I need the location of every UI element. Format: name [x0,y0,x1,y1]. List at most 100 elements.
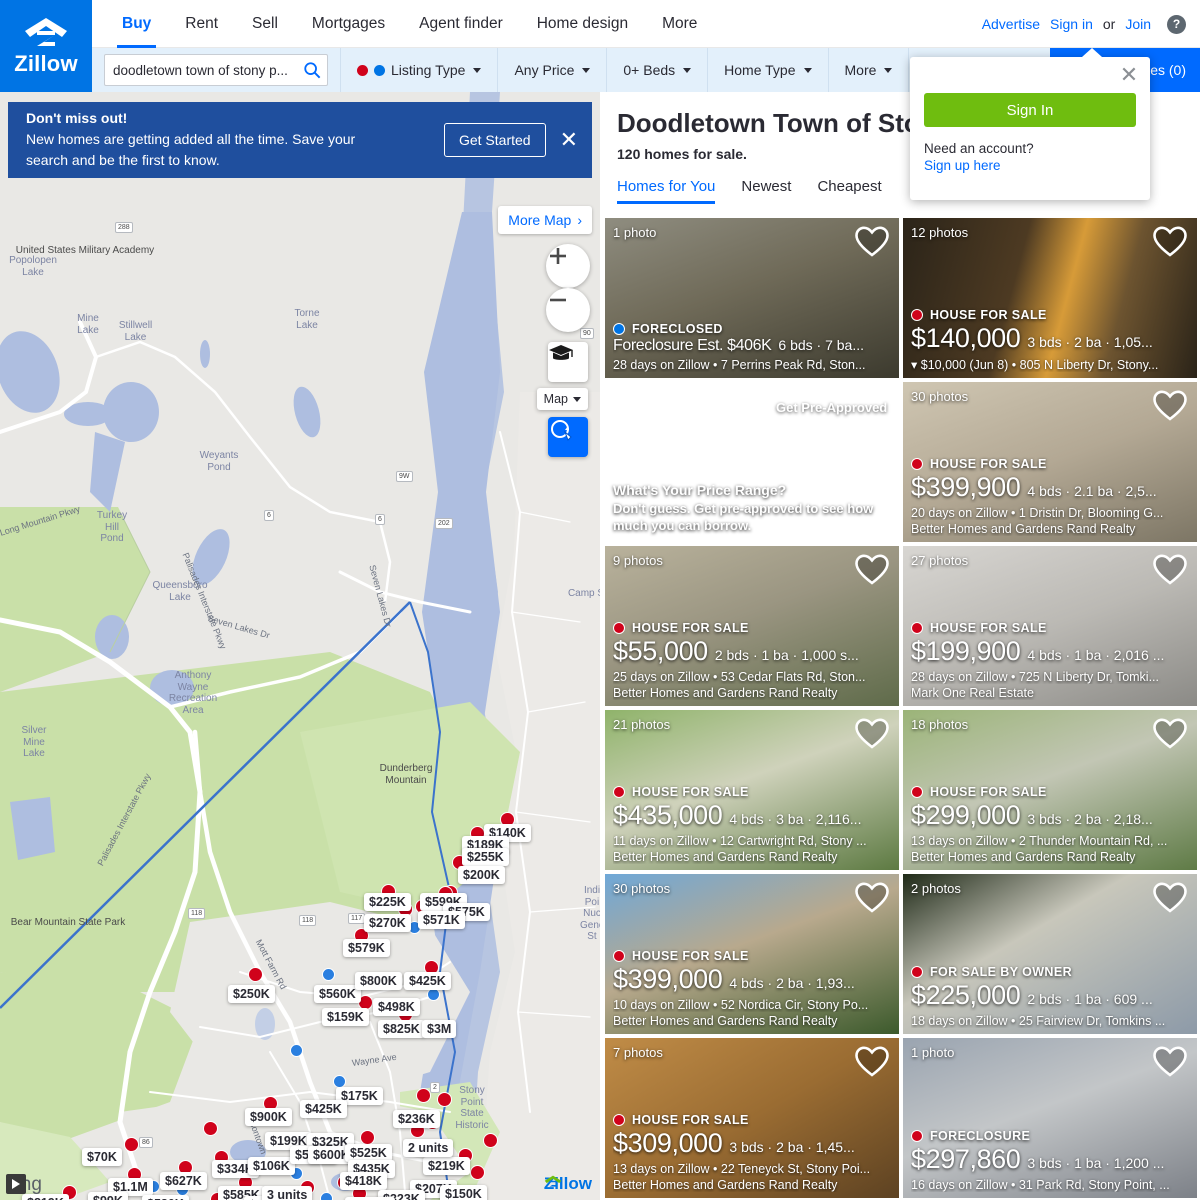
nav-item-home-design[interactable]: Home design [520,0,645,48]
search-icon[interactable] [303,61,321,79]
map-price-label[interactable]: $200K [458,866,505,884]
nav-item-buy[interactable]: Buy [105,0,168,48]
map-price-label[interactable]: $580K [142,1195,189,1200]
map-type-dropdown[interactable]: Map [536,388,588,410]
advertise-link[interactable]: Advertise [982,16,1040,32]
map-price-label[interactable]: $236K [393,1110,440,1128]
listing-card[interactable]: 2 photos FOR SALE BY OWNER $225,000 2 bds ·… [903,874,1197,1034]
nav-item-more[interactable]: More [645,0,714,48]
save-home-heart-icon[interactable] [1153,1046,1187,1082]
filter-listing-type[interactable]: Listing Type [340,48,499,92]
listing-card[interactable]: 9 photos HOUSE FOR SALE $55,000 2 bds · 1 b… [605,546,899,706]
save-home-heart-icon[interactable] [855,554,889,590]
save-home-heart-icon[interactable] [855,226,889,262]
listing-card[interactable]: 18 photos HOUSE FOR SALE $299,000 3 bds · 2… [903,710,1197,870]
sign-in-link[interactable]: Sign in [1050,16,1093,32]
tab-homes-for-you[interactable]: Homes for You [617,178,716,204]
filter-price[interactable]: Any Price [498,48,608,92]
save-home-heart-icon[interactable] [1153,882,1187,918]
promo-ad-card[interactable]: Get Pre-Approved What's Your Price Range?… [605,382,899,542]
map-price-label[interactable]: $250K [228,985,275,1003]
save-home-heart-icon[interactable] [1153,390,1187,426]
map-price-label[interactable]: $498K [373,998,420,1016]
search-box[interactable] [104,54,328,86]
close-icon[interactable]: ✕ [560,129,578,151]
nav-item-rent[interactable]: Rent [168,0,235,48]
map-price-label[interactable]: $219K [423,1157,470,1175]
zoom-in-button[interactable] [546,244,590,288]
map-pin-blue[interactable] [290,1044,303,1057]
listing-card[interactable]: 7 photos HOUSE FOR SALE $309,000 3 bds · 2 … [605,1038,899,1198]
get-pre-approved-button[interactable]: Get Pre-Approved [765,394,899,421]
map-price-label[interactable]: 3 units [262,1186,313,1200]
map-pin-red[interactable] [124,1137,139,1152]
map-price-label[interactable]: $571K [418,911,465,929]
listing-card[interactable]: 21 photos HOUSE FOR SALE $435,000 4 bds · 3… [605,710,899,870]
listing-card[interactable]: 27 photos HOUSE FOR SALE $199,900 4 bds · 1… [903,546,1197,706]
listing-card[interactable]: 30 photos HOUSE FOR SALE $399,000 4 bds · 2… [605,874,899,1034]
graduation-cap-icon-button[interactable] [548,342,588,382]
save-home-heart-icon[interactable] [855,718,889,754]
zoom-out-button[interactable] [546,288,590,332]
map-pin-red[interactable] [360,1130,375,1145]
save-home-heart-icon[interactable] [855,882,889,918]
join-link[interactable]: Join [1125,16,1151,32]
sign-up-link[interactable]: Sign up here [924,158,1136,173]
zoom-out-circle[interactable] [546,288,590,332]
map-pin-blue[interactable] [322,968,335,981]
map-price-label[interactable]: $106K [248,1157,295,1175]
map-pin-red[interactable] [483,1133,498,1148]
map-layer-select[interactable]: Map [536,388,588,410]
help-icon[interactable]: ? [1167,14,1186,34]
schools-layer-button[interactable] [548,342,588,382]
save-home-heart-icon[interactable] [855,1046,889,1082]
map-price-label[interactable]: $99K [88,1192,128,1200]
more-map-button[interactable]: More Map › [498,206,592,234]
map-price-label[interactable]: $425K [404,972,451,990]
map-price-label[interactable]: $627K [160,1172,207,1190]
map-pin-red[interactable] [470,1165,485,1180]
sign-in-button[interactable]: Sign In [924,93,1136,127]
map-price-label[interactable]: $225K [364,893,411,911]
map-price-label[interactable]: $270K [364,914,411,932]
map-price-label[interactable]: $418K [340,1172,387,1190]
tab-cheapest[interactable]: Cheapest [817,178,881,204]
map-price-label[interactable]: $425K [300,1100,347,1118]
map-price-label[interactable]: $579K [343,939,390,957]
filter-home-type[interactable]: Home Type [708,48,829,92]
filter-more[interactable]: More [829,48,910,92]
listing-card[interactable]: 1 photo FORECLOSURE $297,860 3 bds · 1 ba ·… [903,1038,1197,1198]
map-pin-red[interactable] [437,1092,452,1107]
listing-card[interactable]: 12 photos HOUSE FOR SALE $140,000 3 bds · 2… [903,218,1197,378]
map-price-label[interactable]: $159K [322,1008,369,1026]
map-price-label[interactable]: 2 units [403,1139,454,1157]
save-home-heart-icon[interactable] [1153,226,1187,262]
nav-item-mortgages[interactable]: Mortgages [295,0,402,48]
map-price-label[interactable]: $825K [378,1020,425,1038]
map-price-label[interactable]: $255K [462,848,509,866]
map-pin-red[interactable] [248,967,263,982]
zoom-in-circle[interactable] [546,244,590,288]
map-price-label[interactable]: $800K [355,972,402,990]
search-input[interactable] [113,62,303,78]
map-price-label[interactable]: $3M [422,1020,457,1038]
map-pin-blue[interactable] [320,1192,333,1200]
nav-item-agent-finder[interactable]: Agent finder [402,0,520,48]
filter-beds[interactable]: 0+ Beds [607,48,709,92]
nav-item-sell[interactable]: Sell [235,0,295,48]
tab-newest[interactable]: Newest [741,178,791,204]
save-home-heart-icon[interactable] [1153,554,1187,590]
search-as-i-move-button[interactable] [548,417,588,457]
save-home-heart-icon[interactable] [1153,718,1187,754]
redo-search-icon-button[interactable] [548,417,588,457]
listing-card[interactable]: 30 photos HOUSE FOR SALE $399,900 4 bds · 2… [903,382,1197,542]
map-price-label[interactable]: $900K [245,1108,292,1126]
map-price-label[interactable]: $560K [314,985,361,1003]
map-pin-red[interactable] [203,1121,218,1136]
get-started-button[interactable]: Get Started [443,123,546,157]
map-price-label[interactable]: $150K [440,1185,487,1200]
map-pin-red[interactable] [416,1088,431,1103]
map-price-label[interactable]: $70K [82,1148,122,1166]
listing-card[interactable]: 1 photo FORECLOSED Foreclosure Est. $406K 6… [605,218,899,378]
map-panel[interactable]: United States Military Academy Popolopen L… [0,92,600,1200]
